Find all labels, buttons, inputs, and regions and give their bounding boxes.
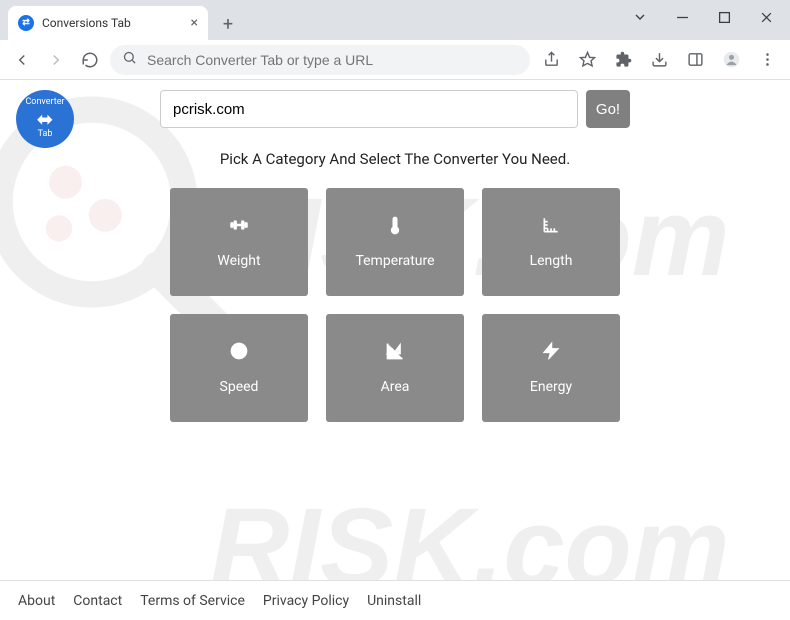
tab-title: Conversions Tab [42, 16, 131, 30]
tile-area[interactable]: Area [326, 314, 464, 422]
forward-button[interactable] [42, 46, 70, 74]
footer-link-contact[interactable]: Contact [73, 593, 122, 609]
reload-button[interactable] [76, 46, 104, 74]
browser-titlebar: ⇄ Conversions Tab × + [0, 0, 790, 40]
category-grid: Weight Temperature Length Speed [170, 188, 620, 422]
tile-temperature[interactable]: Temperature [326, 188, 464, 296]
tile-label: Speed [220, 379, 259, 395]
tile-label: Temperature [355, 253, 434, 269]
profile-icon[interactable] [716, 45, 746, 75]
subtitle-text: Pick A Category And Select The Converter… [220, 150, 570, 168]
search-row: Go! [160, 90, 630, 128]
tab-close-icon[interactable]: × [191, 15, 198, 31]
logo-text-bottom: Tab [38, 130, 53, 140]
tile-length[interactable]: Length [482, 188, 620, 296]
footer: About Contact Terms of Service Privacy P… [0, 580, 790, 620]
footer-link-terms[interactable]: Terms of Service [140, 593, 245, 609]
energy-icon [541, 341, 561, 365]
tile-label: Weight [217, 253, 260, 269]
close-window-button[interactable] [748, 2, 784, 32]
extensions-icon[interactable] [608, 45, 638, 75]
address-input[interactable] [147, 52, 518, 68]
tile-energy[interactable]: Energy [482, 314, 620, 422]
search-input[interactable] [160, 90, 578, 128]
chevron-down-icon[interactable] [622, 2, 658, 32]
footer-link-uninstall[interactable]: Uninstall [367, 593, 421, 609]
downloads-icon[interactable] [644, 45, 674, 75]
tile-speed[interactable]: Speed [170, 314, 308, 422]
tab-favicon-icon: ⇄ [18, 15, 34, 31]
go-button[interactable]: Go! [586, 90, 630, 128]
footer-link-privacy[interactable]: Privacy Policy [263, 593, 349, 609]
bookmark-star-icon[interactable] [572, 45, 602, 75]
tile-label: Area [381, 379, 410, 395]
minimize-button[interactable] [664, 2, 700, 32]
page-content: RISK.com RISK.com Converter ⬌ Tab Go! Pi… [0, 80, 790, 580]
share-icon[interactable] [536, 45, 566, 75]
search-icon [122, 50, 137, 69]
new-tab-button[interactable]: + [214, 10, 242, 38]
thermometer-icon [385, 215, 405, 239]
kebab-menu-icon[interactable] [752, 45, 782, 75]
browser-toolbar [0, 40, 790, 80]
back-button[interactable] [8, 46, 36, 74]
swap-arrow-icon: ⬌ [37, 109, 54, 129]
tile-label: Energy [530, 379, 572, 395]
area-icon [385, 341, 405, 365]
tile-weight[interactable]: Weight [170, 188, 308, 296]
main-content: Go! Pick A Category And Select The Conve… [160, 90, 630, 422]
window-controls [622, 2, 784, 32]
tile-label: Length [530, 253, 573, 269]
footer-link-about[interactable]: About [18, 593, 55, 609]
address-bar[interactable] [110, 45, 530, 75]
svg-text:RISK.com: RISK.com [210, 486, 730, 580]
maximize-button[interactable] [706, 2, 742, 32]
browser-tab[interactable]: ⇄ Conversions Tab × [8, 6, 208, 40]
ruler-icon [541, 215, 561, 239]
converter-tab-logo[interactable]: Converter ⬌ Tab [16, 90, 74, 148]
weight-icon [229, 215, 249, 239]
panel-icon[interactable] [680, 45, 710, 75]
speed-icon [229, 341, 249, 365]
